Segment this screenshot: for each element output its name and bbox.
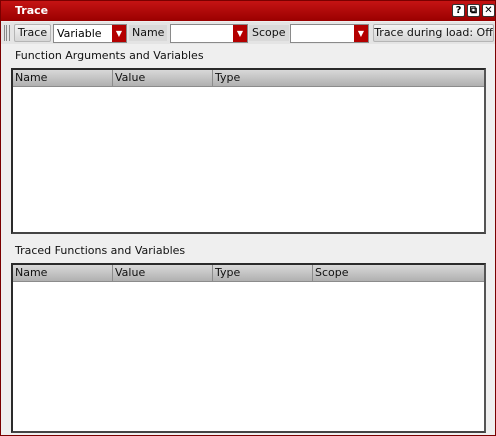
- traced-section-label: Traced Functions and Variables: [15, 244, 186, 257]
- trace-button[interactable]: Trace: [14, 24, 51, 42]
- scope-label: Scope: [249, 25, 289, 41]
- scope-combo[interactable]: ▼: [290, 24, 369, 43]
- args-section-label: Function Arguments and Variables: [15, 49, 204, 62]
- args-table[interactable]: Name Value Type: [11, 68, 486, 234]
- column-header-value[interactable]: Value: [113, 70, 213, 87]
- name-combo[interactable]: ▼: [170, 24, 248, 43]
- help-icon[interactable]: ?: [452, 4, 465, 17]
- chevron-down-icon[interactable]: ▼: [354, 25, 368, 42]
- args-table-header: Name Value Type: [13, 70, 484, 87]
- trace-type-combo[interactable]: Variable ▼: [53, 24, 127, 43]
- column-header-name[interactable]: Name: [13, 265, 113, 282]
- trace-window: Trace ? ⧉ ✕ Trace Variable ▼ Name ▼ Scop…: [0, 0, 496, 436]
- trace-type-value: Variable: [57, 27, 102, 40]
- restore-icon[interactable]: ⧉: [467, 4, 480, 17]
- toolbar-grip-icon[interactable]: [4, 25, 10, 41]
- traced-table[interactable]: Name Value Type Scope: [11, 263, 486, 433]
- column-header-scope[interactable]: Scope: [313, 265, 484, 282]
- column-header-name[interactable]: Name: [13, 70, 113, 87]
- window-title: Trace: [15, 4, 49, 17]
- chevron-down-icon[interactable]: ▼: [112, 25, 126, 42]
- column-header-type[interactable]: Type: [213, 70, 484, 87]
- column-header-type[interactable]: Type: [213, 265, 313, 282]
- chevron-down-icon[interactable]: ▼: [233, 25, 247, 42]
- column-header-value[interactable]: Value: [113, 265, 213, 282]
- toolbar: Trace Variable ▼ Name ▼ Scope ▼ Trace du…: [1, 22, 495, 44]
- name-label: Name: [129, 25, 168, 41]
- title-bar[interactable]: Trace ? ⧉ ✕: [1, 1, 495, 21]
- close-icon[interactable]: ✕: [482, 4, 495, 17]
- traced-table-header: Name Value Type Scope: [13, 265, 484, 282]
- trace-during-load-button[interactable]: Trace during load: Off: [373, 24, 494, 42]
